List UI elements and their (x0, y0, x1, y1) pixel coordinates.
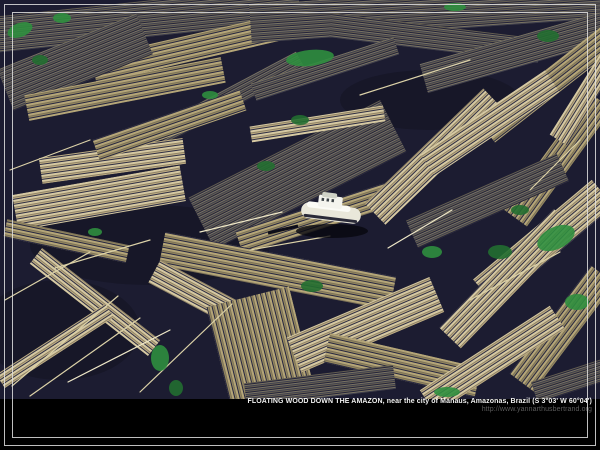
caption-url: http://www.yannarthusbertrand.org (248, 406, 592, 414)
vegetation-patch (565, 294, 589, 310)
vegetation-patch (301, 280, 323, 292)
vegetation-patch (88, 228, 102, 236)
vegetation-patch (434, 387, 460, 397)
vegetation-patch (32, 55, 48, 65)
caption-title: FLOATING WOOD DOWN THE AMAZON, near the … (248, 398, 592, 406)
boat-shadow (296, 224, 368, 238)
boat-window (326, 198, 329, 201)
amazon-aerial-photo (0, 0, 600, 399)
vegetation-patch (537, 30, 559, 42)
vegetation-patch (511, 205, 529, 215)
boat-window (331, 199, 334, 202)
vegetation-patch (444, 3, 466, 11)
vegetation-patch (257, 161, 275, 171)
wallpaper: FLOATING WOOD DOWN THE AMAZON, near the … (0, 0, 600, 450)
vegetation-patch (422, 246, 442, 258)
boat-window (321, 198, 324, 201)
vegetation-patch (169, 380, 183, 396)
vegetation-patch (53, 13, 71, 23)
caption: FLOATING WOOD DOWN THE AMAZON, near the … (248, 398, 592, 414)
vegetation-patch (202, 91, 218, 99)
vegetation-patch (291, 115, 309, 125)
vegetation-patch (151, 345, 169, 371)
vegetation-patch (488, 245, 512, 259)
